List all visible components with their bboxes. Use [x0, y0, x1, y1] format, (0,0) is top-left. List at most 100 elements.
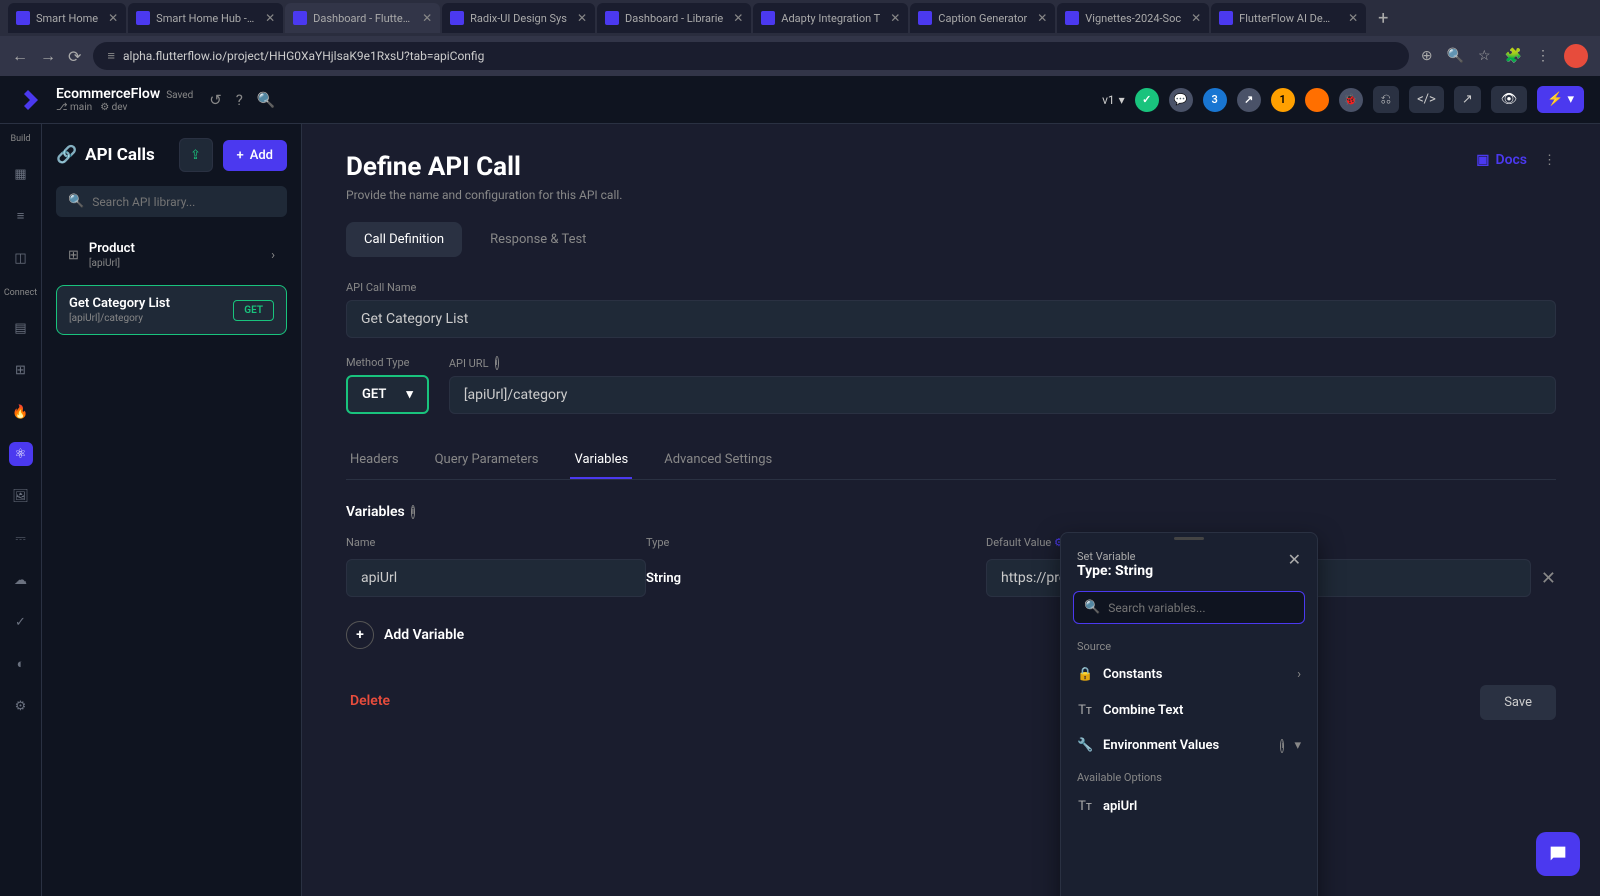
- rail-actions-icon[interactable]: ⎓: [9, 526, 33, 550]
- rail-cloud-icon[interactable]: ☁: [9, 568, 33, 592]
- rail-theme-icon[interactable]: ◐: [9, 652, 33, 676]
- api-item-get-category-list[interactable]: Get Category List [apiUrl]/category GET: [56, 285, 287, 335]
- add-variable-button[interactable]: + Add Variable: [346, 621, 1556, 649]
- comments-icon[interactable]: 💬: [1169, 88, 1193, 112]
- url-input[interactable]: ≡ alpha.flutterflow.io/project/HHG0XaYHj…: [93, 42, 1408, 70]
- browser-tab[interactable]: FlutterFlow AI Demo✕: [1211, 3, 1366, 33]
- rail-data-icon[interactable]: ▤: [9, 316, 33, 340]
- close-tab-button[interactable]: ✕: [1348, 11, 1358, 25]
- rail-widgets-icon[interactable]: ≡: [9, 204, 33, 228]
- import-button[interactable]: ⇪: [179, 138, 213, 172]
- browser-tab[interactable]: Dashboard - Librarie✕: [597, 3, 751, 33]
- browser-tab[interactable]: Caption Generator✕: [910, 3, 1055, 33]
- favicon: [918, 11, 932, 25]
- page-subtitle: Provide the name and configuration for t…: [346, 188, 622, 202]
- code-icon[interactable]: </>: [1409, 86, 1444, 113]
- notifications-badge[interactable]: 3: [1203, 88, 1227, 112]
- history-icon[interactable]: ↺: [209, 91, 222, 109]
- browser-tab[interactable]: Dashboard - FlutterF✕: [285, 3, 440, 33]
- forward-button[interactable]: →: [40, 46, 56, 66]
- back-button[interactable]: ←: [12, 46, 28, 66]
- help-icon[interactable]: ?: [236, 91, 243, 109]
- star-icon[interactable]: ☆: [1478, 48, 1491, 64]
- close-tab-button[interactable]: ✕: [1037, 11, 1047, 25]
- debug-icon[interactable]: 🐞: [1339, 88, 1363, 112]
- close-tab-button[interactable]: ✕: [1191, 11, 1201, 25]
- share-icon[interactable]: ↗: [1237, 88, 1261, 112]
- var-name-input[interactable]: [346, 559, 646, 597]
- subtab-variables[interactable]: Variables: [570, 442, 632, 479]
- save-button[interactable]: Save: [1480, 685, 1556, 720]
- new-tab-button[interactable]: +: [1368, 8, 1398, 29]
- source-constants[interactable]: 🔒 Constants ›: [1061, 657, 1317, 692]
- close-popover-button[interactable]: ✕: [1288, 550, 1301, 569]
- version-selector[interactable]: v1 ▾: [1102, 93, 1125, 107]
- preview-button[interactable]: 👁: [1491, 86, 1528, 113]
- search-icon[interactable]: 🔍: [257, 91, 276, 109]
- subtab-query-parameters[interactable]: Query Parameters: [431, 442, 543, 479]
- close-tab-button[interactable]: ✕: [733, 11, 743, 25]
- rail-tests-icon[interactable]: ✓: [9, 610, 33, 634]
- grid-icon: ⊞: [68, 248, 79, 263]
- branch-icon[interactable]: ⎌: [1373, 86, 1399, 113]
- tab-call-definition[interactable]: Call Definition: [346, 222, 462, 257]
- tab-response-test[interactable]: Response & Test: [472, 222, 604, 257]
- docs-link[interactable]: ▣Docs: [1476, 152, 1527, 168]
- more-icon[interactable]: ⋮: [1543, 153, 1556, 168]
- extensions-icon[interactable]: 🧩: [1505, 48, 1522, 64]
- source-environment-values[interactable]: 🔧 Environment Values i ▾: [1061, 728, 1317, 763]
- search-api-field[interactable]: [92, 195, 275, 209]
- rail-api-icon[interactable]: ⚛: [9, 442, 33, 466]
- rail-schema-icon[interactable]: ⊞: [9, 358, 33, 382]
- source-combine-text[interactable]: Tᴛ Combine Text: [1061, 692, 1317, 728]
- reload-button[interactable]: ⟳: [68, 47, 81, 66]
- add-api-button[interactable]: +Add: [223, 140, 288, 171]
- subtab-headers[interactable]: Headers: [346, 442, 403, 479]
- api-group-product[interactable]: ⊞ Product [apiUrl] ›: [56, 231, 287, 279]
- main-content: Define API Call Provide the name and con…: [302, 124, 1600, 896]
- run-button[interactable]: ⚡ ▾: [1537, 86, 1584, 113]
- export-icon[interactable]: ↗: [1454, 86, 1481, 113]
- rail-media-icon[interactable]: 🖼: [9, 484, 33, 508]
- variable-row: String ✕: [346, 559, 1556, 597]
- clear-default-button[interactable]: ✕: [1541, 568, 1556, 589]
- close-tab-button[interactable]: ✕: [890, 11, 900, 25]
- close-tab-button[interactable]: ✕: [108, 11, 118, 25]
- user-avatar[interactable]: [1305, 88, 1329, 112]
- variables-heading: Variables: [346, 504, 405, 520]
- subtab-advanced-settings[interactable]: Advanced Settings: [660, 442, 776, 479]
- rail-firestore-icon[interactable]: 🔥: [9, 400, 33, 424]
- warnings-badge[interactable]: 1: [1271, 88, 1295, 112]
- saved-label: Saved: [166, 90, 193, 101]
- browser-tab[interactable]: Radix-UI Design Sys✕: [442, 3, 595, 33]
- method-type-select[interactable]: GET▾: [346, 375, 429, 414]
- api-name-input[interactable]: [346, 300, 1556, 338]
- var-type-value[interactable]: String: [646, 571, 986, 586]
- status-badge-green[interactable]: ✓: [1135, 88, 1159, 112]
- info-icon[interactable]: i: [411, 505, 415, 519]
- close-tab-button[interactable]: ✕: [422, 11, 432, 25]
- api-url-input[interactable]: [449, 376, 1556, 414]
- info-icon[interactable]: i: [495, 356, 499, 370]
- zoom-icon[interactable]: 🔍: [1447, 48, 1464, 64]
- rail-settings-icon[interactable]: ⚙: [9, 694, 33, 718]
- menu-icon[interactable]: ⋮: [1536, 48, 1550, 64]
- browser-tab[interactable]: Smart Home✕: [8, 3, 126, 33]
- popover-search[interactable]: 🔍: [1073, 591, 1305, 624]
- chat-fab[interactable]: [1536, 832, 1580, 876]
- popover-search-input[interactable]: [1108, 601, 1294, 615]
- install-icon[interactable]: ⊕: [1421, 48, 1433, 64]
- app-logo-icon[interactable]: [16, 88, 40, 112]
- delete-button[interactable]: Delete: [346, 685, 394, 720]
- browser-tab[interactable]: Smart Home Hub - F✕: [128, 3, 283, 33]
- close-tab-button[interactable]: ✕: [577, 11, 587, 25]
- browser-tab[interactable]: Adapty Integration T✕: [753, 3, 908, 33]
- available-apiurl[interactable]: Tᴛ apiUrl: [1061, 788, 1317, 824]
- search-api-input[interactable]: 🔍: [56, 186, 287, 217]
- browser-tab[interactable]: Vignettes-2024-Soc ✕: [1057, 3, 1209, 33]
- tab-title: Vignettes-2024-Soc: [1085, 12, 1181, 25]
- rail-pages-icon[interactable]: ▦: [9, 162, 33, 186]
- profile-avatar[interactable]: [1564, 44, 1588, 68]
- close-tab-button[interactable]: ✕: [265, 11, 275, 25]
- rail-components-icon[interactable]: ◫: [9, 246, 33, 270]
